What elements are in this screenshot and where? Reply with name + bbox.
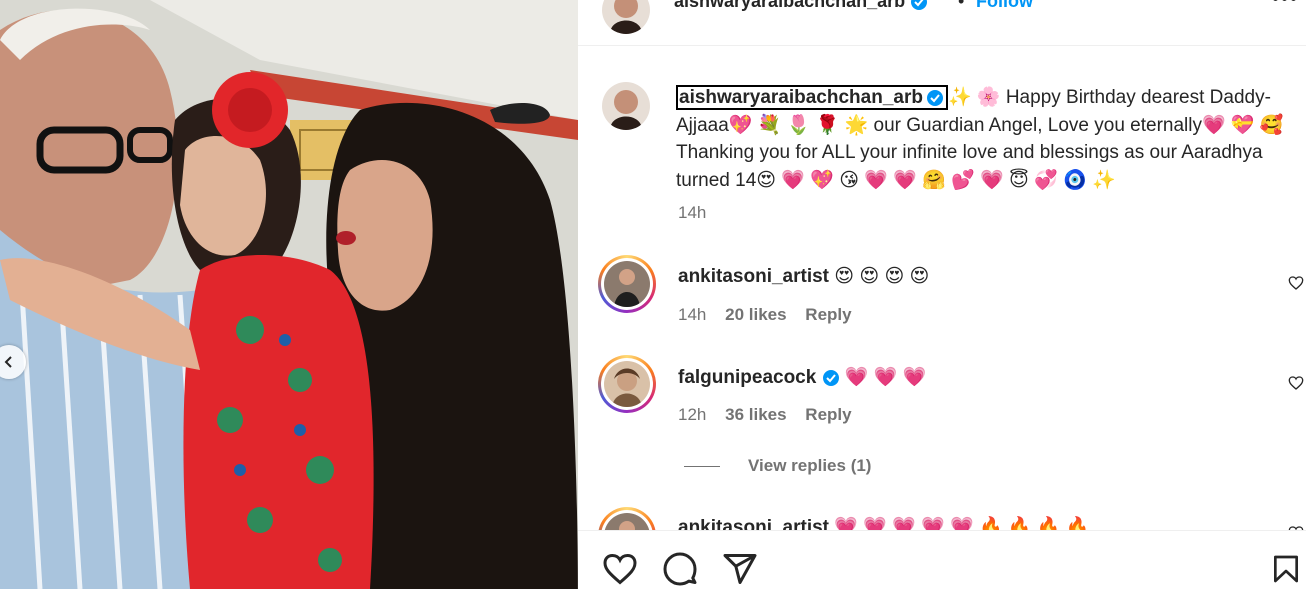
commenter-username[interactable]: falgunipeacock xyxy=(678,367,816,388)
commenter-avatar[interactable] xyxy=(598,507,656,530)
avatar-image xyxy=(602,0,650,34)
header-separator: • xyxy=(958,0,965,11)
comment-meta: 12h 36 likes Reply xyxy=(678,405,866,425)
comment-body: ankitasoni_artist 😍 😍 😍 😍 xyxy=(678,265,929,288)
comment-likes[interactable]: 20 likes xyxy=(725,305,786,324)
chevron-left-icon xyxy=(4,356,12,368)
view-replies-label[interactable]: View replies (1) xyxy=(748,456,871,475)
comment-reply-button[interactable]: Reply xyxy=(805,405,851,424)
post-photo[interactable] xyxy=(0,0,578,589)
comment-body: falgunipeacock 💗 💗 💗 xyxy=(678,365,926,389)
avatar-image xyxy=(604,513,650,530)
photo-illustration xyxy=(0,0,578,589)
caption-username-link[interactable]: aishwaryaraibachchan_arb xyxy=(676,85,948,110)
bookmark-icon[interactable] xyxy=(1270,551,1302,587)
author-username-link[interactable]: aishwaryaraibachchan_arb xyxy=(674,0,928,12)
heart-outline-icon[interactable] xyxy=(1288,375,1304,391)
author-avatar[interactable] xyxy=(602,0,650,34)
avatar-image xyxy=(604,261,650,307)
comment-text: 😍 😍 😍 😍 xyxy=(834,266,930,287)
post-action-bar xyxy=(578,530,1306,589)
comment-item: ankitasoni_artist 😍 😍 😍 😍 14h 20 likes R… xyxy=(578,255,1306,345)
comment-time[interactable]: 12h xyxy=(678,405,706,424)
comment-item: falgunipeacock 💗 💗 💗 12h 36 likes Reply xyxy=(578,355,1306,445)
commenter-username[interactable]: ankitasoni_artist xyxy=(678,517,829,530)
caption-author-avatar[interactable] xyxy=(602,82,650,130)
verified-badge-icon xyxy=(911,0,928,11)
comment-icon[interactable] xyxy=(662,551,698,587)
commenter-avatar[interactable] xyxy=(598,255,656,313)
paper-plane-icon[interactable] xyxy=(722,551,758,587)
heart-icon[interactable] xyxy=(602,551,638,587)
post-side-panel: aishwaryaraibachchan_arb • Follow ••• ai… xyxy=(578,0,1306,589)
comment-time[interactable]: 14h xyxy=(678,305,706,324)
comment-reply-button[interactable]: Reply xyxy=(805,305,851,324)
commenter-username[interactable]: ankitasoni_artist xyxy=(678,266,829,287)
avatar-image xyxy=(602,82,650,130)
verified-badge-icon xyxy=(926,89,943,106)
view-replies-button[interactable]: View replies (1) xyxy=(684,456,871,476)
caption-username[interactable]: aishwaryaraibachchan_arb xyxy=(679,87,923,108)
post-caption: aishwaryaraibachchan_arb ✨ 🌸 Happy Birthd… xyxy=(676,84,1306,194)
comment-meta: 14h 20 likes Reply xyxy=(678,305,866,325)
comment-body: ankitasoni_artist 💗 💗 💗 💗 💗 🔥 🔥 🔥 🔥 xyxy=(678,515,1089,530)
comment-text: 💗 💗 💗 💗 💗 🔥 🔥 🔥 🔥 xyxy=(834,517,1090,530)
follow-button[interactable]: Follow xyxy=(976,0,1033,12)
view-replies-divider xyxy=(684,466,720,468)
heart-outline-icon[interactable] xyxy=(1288,275,1304,291)
post-header: aishwaryaraibachchan_arb • Follow ••• xyxy=(578,0,1306,46)
avatar-image xyxy=(604,361,650,407)
author-username[interactable]: aishwaryaraibachchan_arb xyxy=(674,0,905,11)
comment-item: ankitasoni_artist 💗 💗 💗 💗 💗 🔥 🔥 🔥 🔥 xyxy=(578,507,1306,530)
comment-text: 💗 💗 💗 xyxy=(844,367,927,388)
more-options-button[interactable]: ••• xyxy=(1272,0,1299,11)
caption-timestamp[interactable]: 14h xyxy=(678,203,706,223)
instagram-post-view: aishwaryaraibachchan_arb • Follow ••• ai… xyxy=(0,0,1306,589)
comment-likes[interactable]: 36 likes xyxy=(725,405,786,424)
commenter-avatar[interactable] xyxy=(598,355,656,413)
verified-badge-icon xyxy=(822,369,839,386)
